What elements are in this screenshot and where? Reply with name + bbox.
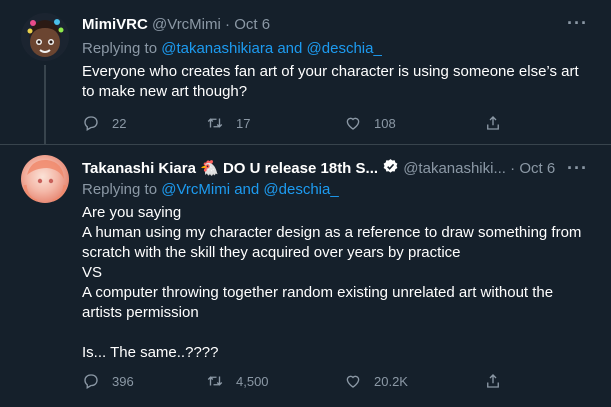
avatar[interactable] [21,13,69,61]
tweet-text-line: Is... The same..???? [82,344,219,361]
display-name[interactable]: Takanashi Kiara 🐔 DO U release 18th S... [82,160,378,177]
reply-count: 396 [112,373,134,389]
tweet-text-line: Are you saying [82,204,182,221]
tweet-date[interactable]: Oct 6 [519,160,555,177]
retweet-button[interactable]: 4,500 [206,372,269,390]
reply-icon [84,116,98,131]
replying-to-mentions[interactable]: @takanashikiara and @deschia_ [161,40,382,57]
thread-line [44,65,46,144]
replying-to-mentions[interactable]: @VrcMimi and @deschia_ [161,181,338,198]
avatar[interactable] [21,155,69,203]
tweet-header: Takanashi Kiara 🐔 DO U release 18th S...… [82,158,555,177]
retweet-count: 17 [236,115,251,131]
tweet-actions: 22 17 108 [82,114,512,134]
share-icon [487,374,499,388]
reply-button[interactable]: 22 [82,114,126,132]
tweet-text-line: scratch with the skill they acquired ove… [82,244,461,261]
share-button[interactable] [484,372,502,390]
replying-to: Replying to @takanashikiara and @deschia… [82,40,382,57]
tweet-text-line: A human using my character design as a r… [82,224,582,241]
like-button[interactable]: 20.2K [344,372,408,390]
tweet-text: Everyone who creates fan art of your cha… [82,62,597,102]
tweet[interactable]: MimiVRC @VrcMimi · Oct 6 ··· Replying to… [0,0,611,144]
user-handle[interactable]: @VrcMimi [152,16,221,33]
share-button[interactable] [484,114,502,132]
tweet[interactable]: Takanashi Kiara 🐔 DO U release 18th S...… [0,145,611,407]
display-name[interactable]: MimiVRC [82,16,148,33]
user-handle[interactable]: @takanashiki... [403,160,506,177]
like-count: 108 [374,115,396,131]
reply-icon [84,374,98,389]
separator-dot: · [510,160,516,177]
replying-to-label: Replying to [82,40,162,57]
like-button[interactable]: 108 [344,114,396,132]
retweet-icon [207,376,223,386]
tweet-text-line: Everyone who creates fan art of your cha… [82,63,579,80]
tweet-text-line: VS [82,264,103,281]
reply-count: 22 [112,115,127,131]
reply-button[interactable]: 396 [82,372,134,390]
retweet-button[interactable]: 17 [206,114,250,132]
more-icon[interactable]: ··· [567,13,588,34]
retweet-count: 4,500 [236,373,269,389]
separator-dot: · [225,16,231,33]
more-icon[interactable]: ··· [567,158,588,179]
like-icon [346,375,360,388]
tweet-text-line [82,323,597,343]
tweet-text-line: A computer throwing together random exis… [82,284,554,301]
share-icon [487,116,499,130]
verified-icon [383,159,398,173]
replying-to-label: Replying to [82,181,162,198]
like-count: 20.2K [374,373,408,389]
like-icon [346,117,360,130]
tweet-text: Are you saying A human using my characte… [82,203,597,363]
tweet-actions: 396 4,500 20.2K [82,372,512,392]
retweet-icon [207,118,223,128]
tweet-text-line: artists permission [82,304,199,321]
tweet-header: MimiVRC @VrcMimi · Oct 6 [82,16,270,33]
tweet-text-line: to make new art though? [82,83,248,100]
tweet-date[interactable]: Oct 6 [234,16,270,33]
replying-to: Replying to @VrcMimi and @deschia_ [82,181,339,198]
